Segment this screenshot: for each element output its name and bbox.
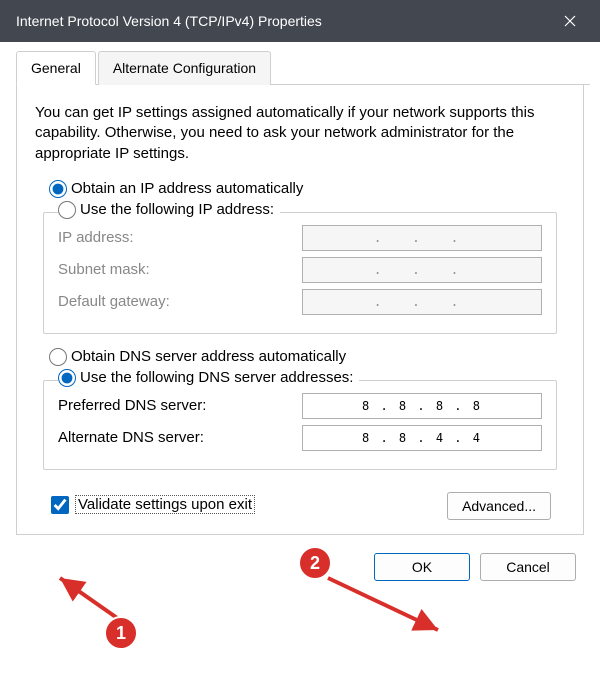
input-alternate-dns[interactable]: 8 . 8 . 4 . 4 xyxy=(302,425,542,451)
input-ip-address: . . . xyxy=(302,225,542,251)
tab-general[interactable]: General xyxy=(16,51,96,85)
annotation-arrow-2 xyxy=(320,570,450,640)
validate-row: Validate settings upon exit xyxy=(51,495,255,514)
annotation-arrow-1 xyxy=(50,570,150,630)
label-ip-address: IP address: xyxy=(58,229,134,246)
row-gateway: Default gateway: . . . xyxy=(58,289,542,315)
radio-ip-auto[interactable] xyxy=(49,180,67,198)
radio-dns-manual-row: Use the following DNS server addresses: xyxy=(58,369,359,387)
row-alternate-dns: Alternate DNS server: 8 . 8 . 4 . 4 xyxy=(58,425,542,451)
intro-text: You can get IP settings assigned automat… xyxy=(35,103,565,164)
radio-dns-manual-label: Use the following DNS server addresses: xyxy=(80,369,353,386)
group-dns-manual: Use the following DNS server addresses: … xyxy=(43,380,557,470)
radio-ip-manual-label: Use the following IP address: xyxy=(80,201,274,218)
radio-ip-auto-label: Obtain an IP address automatically xyxy=(71,180,303,197)
input-subnet-mask: . . . xyxy=(302,257,542,283)
client-area: General Alternate Configuration You can … xyxy=(0,42,600,589)
tab-strip: General Alternate Configuration xyxy=(16,50,590,85)
annotation-badge-1: 1 xyxy=(104,616,138,650)
window-title: Internet Protocol Version 4 (TCP/IPv4) P… xyxy=(16,13,322,29)
radio-ip-auto-row: Obtain an IP address automatically xyxy=(49,180,565,198)
label-gateway: Default gateway: xyxy=(58,293,170,310)
close-icon[interactable] xyxy=(550,0,590,42)
checkbox-validate[interactable] xyxy=(51,496,69,514)
row-ip-address: IP address: . . . xyxy=(58,225,542,251)
row-preferred-dns: Preferred DNS server: 8 . 8 . 8 . 8 xyxy=(58,393,542,419)
group-ip-manual: Use the following IP address: IP address… xyxy=(43,212,557,334)
label-alternate-dns: Alternate DNS server: xyxy=(58,429,204,446)
radio-dns-auto-label: Obtain DNS server address automatically xyxy=(71,348,346,365)
input-preferred-dns[interactable]: 8 . 8 . 8 . 8 xyxy=(302,393,542,419)
row-subnet-mask: Subnet mask: . . . xyxy=(58,257,542,283)
cancel-button[interactable]: Cancel xyxy=(480,553,576,581)
tab-panel-general: You can get IP settings assigned automat… xyxy=(16,85,584,535)
label-preferred-dns: Preferred DNS server: xyxy=(58,397,206,414)
radio-dns-manual[interactable] xyxy=(58,369,76,387)
radio-ip-manual-row: Use the following IP address: xyxy=(58,201,280,219)
annotation-badge-2: 2 xyxy=(298,546,332,580)
radio-ip-manual[interactable] xyxy=(58,201,76,219)
radio-dns-auto[interactable] xyxy=(49,348,67,366)
titlebar: Internet Protocol Version 4 (TCP/IPv4) P… xyxy=(0,0,600,42)
radio-dns-auto-row: Obtain DNS server address automatically xyxy=(49,348,565,366)
tab-alternate[interactable]: Alternate Configuration xyxy=(98,51,271,85)
label-validate: Validate settings upon exit xyxy=(75,495,255,514)
input-gateway: . . . xyxy=(302,289,542,315)
label-subnet-mask: Subnet mask: xyxy=(58,261,150,278)
advanced-row: Advanced... xyxy=(447,492,551,520)
advanced-button[interactable]: Advanced... xyxy=(447,492,551,520)
